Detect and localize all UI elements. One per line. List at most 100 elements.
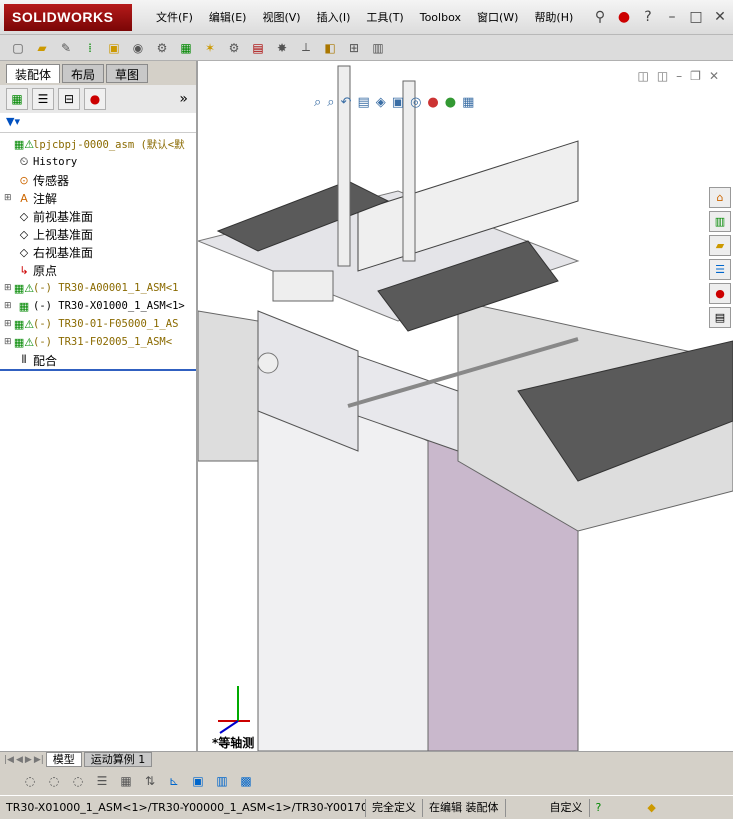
help-icon[interactable]: ? [639,8,657,26]
grid-icon[interactable]: ▦ [116,771,136,791]
scene-icon[interactable]: ● [445,95,456,110]
tree-item-origin[interactable]: ↳ 原点 [4,261,196,279]
tool-icon[interactable]: ◌ [44,771,64,791]
file-explorer-icon[interactable]: ▰ [709,235,731,256]
search-icon[interactable]: ☰ [709,259,731,280]
tab-layout[interactable]: 布局 [62,64,105,83]
close-icon[interactable]: ✕ [711,8,729,26]
tree-item-front-plane[interactable]: ◇ 前视基准面 [4,207,196,225]
assembly-model[interactable] [198,61,733,751]
close-icon[interactable]: ✕ [709,69,719,83]
settings-icon[interactable]: ⚙ [224,38,244,58]
tree-item-mates[interactable]: ⫴ 配合 [4,351,196,369]
component-icon[interactable]: ▦ [176,38,196,58]
tab-motion-study[interactable]: 运动算例 1 [83,752,153,767]
appearance-icon[interactable]: ● [84,88,106,110]
axes-icon[interactable]: ⊾ [164,771,184,791]
help-icon[interactable]: ? [596,801,602,814]
menu-window[interactable]: 窗口(W) [469,10,526,26]
menu-help[interactable]: 帮助(H) [526,10,581,26]
maximize-icon[interactable]: □ [687,8,705,26]
attach-icon[interactable]: ✎ [56,38,76,58]
configuration-manager-icon[interactable]: ⊟ [58,88,80,110]
tree-item-top-plane[interactable]: ◇ 上视基准面 [4,225,196,243]
menu-insert[interactable]: 插入(I) [309,10,359,26]
tab-assembly[interactable]: 装配体 [6,64,61,83]
menu-tools[interactable]: 工具(T) [358,10,411,26]
expand-icon[interactable]: ⊞ [4,301,15,311]
new-icon[interactable]: ▢ [8,38,28,58]
filter-icon[interactable]: ▼▾ [0,113,196,133]
tab-sketch[interactable]: 草图 [106,64,149,83]
tree-item-right-plane[interactable]: ◇ 右视基准面 [4,243,196,261]
tree-item-history[interactable]: ⏲ History [4,153,196,171]
section-view-icon[interactable]: ▤ [357,95,369,110]
custom-properties-icon[interactable]: ▤ [709,307,731,328]
ruler-icon[interactable]: ◧ [320,38,340,58]
edit-appearance-icon[interactable]: ● [427,95,438,110]
measure-icon[interactable]: ⟂ [296,38,316,58]
feature-tree-icon[interactable]: ▦ [6,88,28,110]
tool-icon[interactable]: ◌ [68,771,88,791]
magic-icon[interactable]: ✶ [200,38,220,58]
hide-show-icon[interactable]: ◎ [410,95,421,110]
expand-panel-icon[interactable]: » [179,91,188,107]
tab-scroll-first-icon[interactable]: |◀ [4,755,14,765]
list-icon[interactable]: ☰ [92,771,112,791]
insert-component-icon[interactable]: ▤ [248,38,268,58]
tab-scroll-last-icon[interactable]: ▶| [34,755,44,765]
home-icon[interactable]: ⌂ [709,187,731,208]
split-icon[interactable]: ◫ [637,69,648,83]
preview-icon[interactable]: ◉ [128,38,148,58]
expand-icon[interactable]: ⊞ [4,193,15,203]
sort-icon[interactable]: ⇅ [140,771,160,791]
split-icon[interactable]: ◫ [657,69,668,83]
open-icon[interactable]: ▰ [32,38,52,58]
select-icon[interactable]: ⁞ [80,38,100,58]
tab-scroll-prev-icon[interactable]: ◀ [16,755,23,765]
save-icon[interactable]: ▩ [236,771,256,791]
menu-view[interactable]: 视图(V) [254,10,308,26]
tab-model[interactable]: 模型 [45,752,82,767]
rebuild-icon[interactable]: ◆ [647,801,655,814]
tree-item-sensors[interactable]: ⊙ 传感器 [4,171,196,189]
graphics-viewport[interactable]: ⌕ ⌕ ↶ ▤ ◈ ▣ ◎ ● ● ▦ ◫ ◫ – ❐ ✕ *等轴测 ⌂ ▥ ▰… [198,61,733,751]
minimize-icon[interactable]: – [663,8,681,26]
view-orientation-icon[interactable]: ◈ [376,95,386,110]
tree-item-component[interactable]: ⊞ ▦⚠ (-) TR31-F02005_1_ASM< [4,333,196,351]
tree-item-component[interactable]: ⊞ ▦ (-) TR30-X01000_1_ASM<1> [4,297,196,315]
table-icon[interactable]: ▥ [368,38,388,58]
design-library-icon[interactable]: ▥ [709,211,731,232]
tool-icon[interactable]: ◌ [20,771,40,791]
rebuild-light-icon[interactable]: ● [615,8,633,26]
appearance-icon[interactable]: ● [709,283,731,304]
display-style-icon[interactable]: ▣ [392,95,404,110]
tree-item-component[interactable]: ⊞ ▦⚠ (-) TR30-01-F05000_1_AS [4,315,196,333]
table-icon[interactable]: ▥ [212,771,232,791]
restore-icon[interactable]: ❐ [690,69,701,83]
subassembly-warning-icon: ▦⚠ [13,335,35,349]
view-settings-icon[interactable]: ▦ [462,95,474,110]
tree-item-annotations[interactable]: ⊞ A 注解 [4,189,196,207]
menu-edit[interactable]: 编辑(E) [201,10,255,26]
subassembly-warning-icon: ▦⚠ [13,317,35,331]
menu-file[interactable]: 文件(F) [148,10,201,26]
explode-icon[interactable]: ✸ [272,38,292,58]
options-icon[interactable]: ⚙ [152,38,172,58]
zoom-to-fit-icon[interactable]: ⌕ [314,95,321,110]
tab-scroll-next-icon[interactable]: ▶ [25,755,32,765]
mass-icon[interactable]: ⊞ [344,38,364,58]
pushpin-icon[interactable]: ⚲ [591,8,609,26]
zoom-area-icon[interactable]: ⌕ [327,95,334,110]
solidworks-logo[interactable]: SOLIDWORKS [4,4,132,31]
open-folder-icon[interactable]: ▣ [104,38,124,58]
minimize-icon[interactable]: – [676,69,682,83]
menu-toolbox[interactable]: Toolbox [412,10,469,26]
tree-root[interactable]: ▦⚠ lpjcbpj-0000_asm (默认<默 [4,135,196,153]
tree-item-component[interactable]: ⊞ ▦⚠ (-) TR30-A00001_1_ASM<1 [4,279,196,297]
property-manager-icon[interactable]: ☰ [32,88,54,110]
shaded-icon[interactable]: ▣ [188,771,208,791]
panel-toolbar: ▦ ☰ ⊟ ● » [0,85,196,113]
previous-view-icon[interactable]: ↶ [341,95,352,110]
status-units[interactable]: 自定义 [506,798,590,817]
